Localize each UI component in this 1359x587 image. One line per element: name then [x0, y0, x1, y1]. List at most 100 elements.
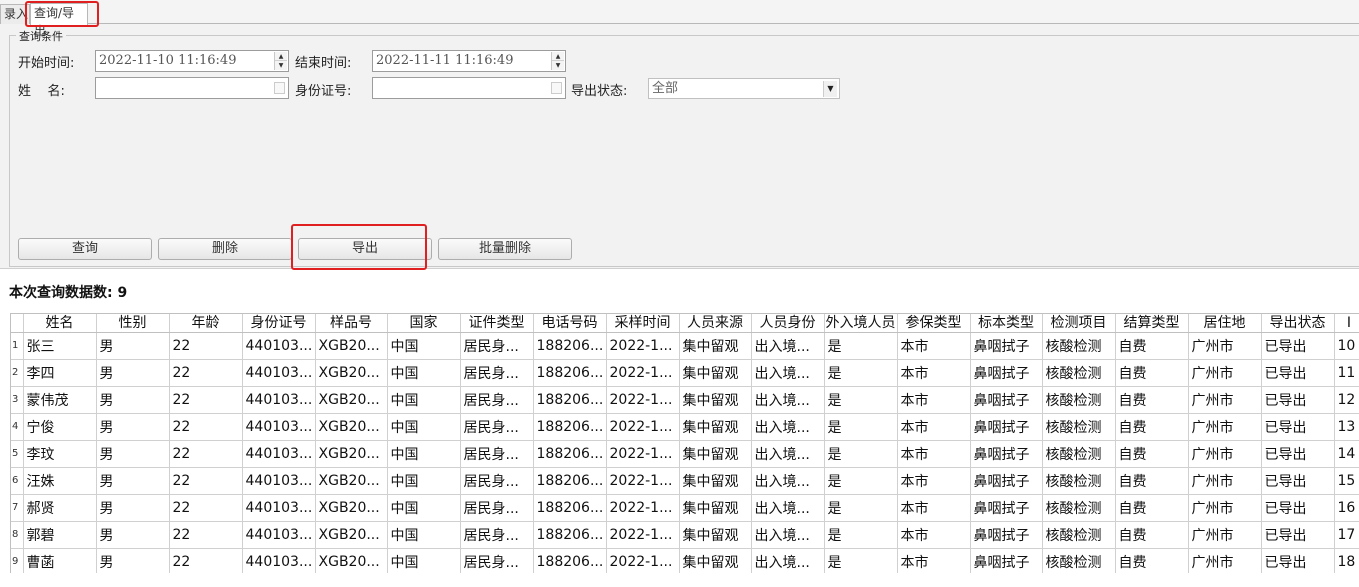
table-cell[interactable]: 出入境...: [751, 467, 825, 495]
table-cell[interactable]: 13: [1334, 413, 1359, 441]
table-cell[interactable]: 是: [824, 359, 898, 387]
spin-up-icon[interactable]: ▲: [552, 52, 564, 61]
table-cell[interactable]: 188206...: [533, 332, 607, 360]
chevron-down-icon[interactable]: ▼: [823, 81, 837, 97]
table-cell[interactable]: 是: [824, 494, 898, 522]
table-cell[interactable]: 广州市: [1188, 467, 1262, 495]
table-cell[interactable]: 10: [1334, 332, 1359, 360]
table-cell[interactable]: 22: [169, 521, 243, 549]
table-cell[interactable]: 2022-1...: [606, 521, 680, 549]
table-cell[interactable]: 中国: [387, 332, 461, 360]
table-cell[interactable]: 17: [1334, 521, 1359, 549]
table-cell[interactable]: 集中留观: [679, 467, 752, 495]
results-table[interactable]: 姓名 性别 年龄 身份证号 样品号 国家 证件类型 电话号码 采样时间 人员来源 人员身份 外入境人员…: [10, 313, 1359, 573]
table-cell[interactable]: 188206...: [533, 413, 607, 441]
column-header[interactable]: 姓名: [23, 314, 97, 333]
table-cell[interactable]: 郭碧: [23, 521, 97, 549]
table-cell[interactable]: 核酸检测: [1042, 386, 1116, 414]
table-cell[interactable]: 核酸检测: [1042, 494, 1116, 522]
table-cell[interactable]: 11: [1334, 359, 1359, 387]
table-cell[interactable]: 自费: [1115, 359, 1189, 387]
table-cell[interactable]: 22: [169, 413, 243, 441]
table-cell[interactable]: 集中留观: [679, 386, 752, 414]
table-cell[interactable]: 2022-1...: [606, 359, 680, 387]
table-cell[interactable]: XGB20...: [315, 359, 388, 387]
table-cell[interactable]: 12: [1334, 386, 1359, 414]
table-cell[interactable]: 440103...: [242, 440, 316, 468]
column-header[interactable]: 样品号: [315, 314, 388, 333]
table-cell[interactable]: 核酸检测: [1042, 467, 1116, 495]
table-cell[interactable]: 188206...: [533, 440, 607, 468]
column-header[interactable]: 年龄: [169, 314, 243, 333]
table-cell[interactable]: 广州市: [1188, 440, 1262, 468]
row-number[interactable]: 9: [11, 548, 24, 573]
column-header[interactable]: I: [1334, 314, 1359, 333]
table-cell[interactable]: 宁俊: [23, 413, 97, 441]
table-row[interactable]: 2 李四男 22 440103... XGB20... 中国 居民身... 188206...…: [11, 359, 1359, 387]
table-row[interactable]: 5 李玟男 22 440103... XGB20... 中国 居民身... 188206...…: [11, 440, 1359, 468]
table-cell[interactable]: 已导出: [1261, 332, 1335, 360]
table-cell[interactable]: 自费: [1115, 440, 1189, 468]
table-row[interactable]: 4 宁俊男 22 440103... XGB20... 中国 居民身... 188206...…: [11, 413, 1359, 441]
table-cell[interactable]: 中国: [387, 413, 461, 441]
table-cell[interactable]: 核酸检测: [1042, 548, 1116, 573]
table-cell[interactable]: 鼻咽拭子: [970, 521, 1043, 549]
end-time-spinner[interactable]: ▲ ▼: [551, 52, 564, 70]
table-cell[interactable]: 440103...: [242, 332, 316, 360]
table-cell[interactable]: 核酸检测: [1042, 521, 1116, 549]
table-cell[interactable]: XGB20...: [315, 413, 388, 441]
table-cell[interactable]: 蒙伟茂: [23, 386, 97, 414]
table-cell[interactable]: 鼻咽拭子: [970, 332, 1043, 360]
column-header[interactable]: 身份证号: [242, 314, 316, 333]
table-cell[interactable]: 16: [1334, 494, 1359, 522]
column-header[interactable]: 人员身份: [751, 314, 825, 333]
table-cell[interactable]: 郝贤: [23, 494, 97, 522]
column-header[interactable]: 电话号码: [533, 314, 607, 333]
query-button[interactable]: 查询: [18, 238, 152, 260]
start-time-field[interactable]: 2022-11-10 11:16:49 ▲ ▼: [95, 50, 289, 72]
table-cell[interactable]: 居民身...: [460, 440, 534, 468]
table-row[interactable]: 1 张三男 22 440103... XGB20... 中国 居民身... 188206...…: [11, 332, 1359, 360]
spin-up-icon[interactable]: ▲: [275, 52, 287, 61]
table-cell[interactable]: 188206...: [533, 386, 607, 414]
table-cell[interactable]: 188206...: [533, 359, 607, 387]
column-header[interactable]: 检测项目: [1042, 314, 1116, 333]
table-cell[interactable]: 鼻咽拭子: [970, 386, 1043, 414]
row-number[interactable]: 3: [11, 386, 24, 414]
table-cell[interactable]: 鼻咽拭子: [970, 494, 1043, 522]
table-cell[interactable]: 出入境...: [751, 332, 825, 360]
table-cell[interactable]: 集中留观: [679, 548, 752, 573]
table-cell[interactable]: 自费: [1115, 386, 1189, 414]
table-cell[interactable]: 440103...: [242, 494, 316, 522]
table-cell[interactable]: 已导出: [1261, 548, 1335, 573]
table-cell[interactable]: 已导出: [1261, 386, 1335, 414]
table-cell[interactable]: 出入境...: [751, 440, 825, 468]
table-cell[interactable]: 核酸检测: [1042, 359, 1116, 387]
export-status-select[interactable]: 全部 ▼: [648, 78, 840, 99]
tab-entry[interactable]: 录入: [0, 4, 30, 24]
table-cell[interactable]: 集中留观: [679, 494, 752, 522]
column-header[interactable]: 参保类型: [897, 314, 971, 333]
table-cell[interactable]: 本市: [897, 386, 971, 414]
table-cell[interactable]: 已导出: [1261, 413, 1335, 441]
table-cell[interactable]: 本市: [897, 413, 971, 441]
table-cell[interactable]: 2022-1...: [606, 440, 680, 468]
table-cell[interactable]: 集中留观: [679, 332, 752, 360]
table-cell[interactable]: 核酸检测: [1042, 332, 1116, 360]
table-cell[interactable]: 鼻咽拭子: [970, 413, 1043, 441]
table-cell[interactable]: XGB20...: [315, 548, 388, 573]
table-cell[interactable]: 出入境...: [751, 413, 825, 441]
table-cell[interactable]: 鼻咽拭子: [970, 467, 1043, 495]
table-cell[interactable]: 是: [824, 467, 898, 495]
table-cell[interactable]: 男: [96, 521, 170, 549]
delete-button[interactable]: 删除: [158, 238, 292, 260]
spin-down-icon[interactable]: ▼: [275, 61, 287, 70]
table-row[interactable]: 6 汪姝男 22 440103... XGB20... 中国 居民身... 188206...…: [11, 467, 1359, 495]
table-cell[interactable]: 广州市: [1188, 386, 1262, 414]
table-cell[interactable]: 居民身...: [460, 386, 534, 414]
column-header[interactable]: 标本类型: [970, 314, 1043, 333]
table-cell[interactable]: 自费: [1115, 413, 1189, 441]
table-cell[interactable]: 188206...: [533, 467, 607, 495]
table-cell[interactable]: XGB20...: [315, 332, 388, 360]
table-cell[interactable]: 出入境...: [751, 386, 825, 414]
